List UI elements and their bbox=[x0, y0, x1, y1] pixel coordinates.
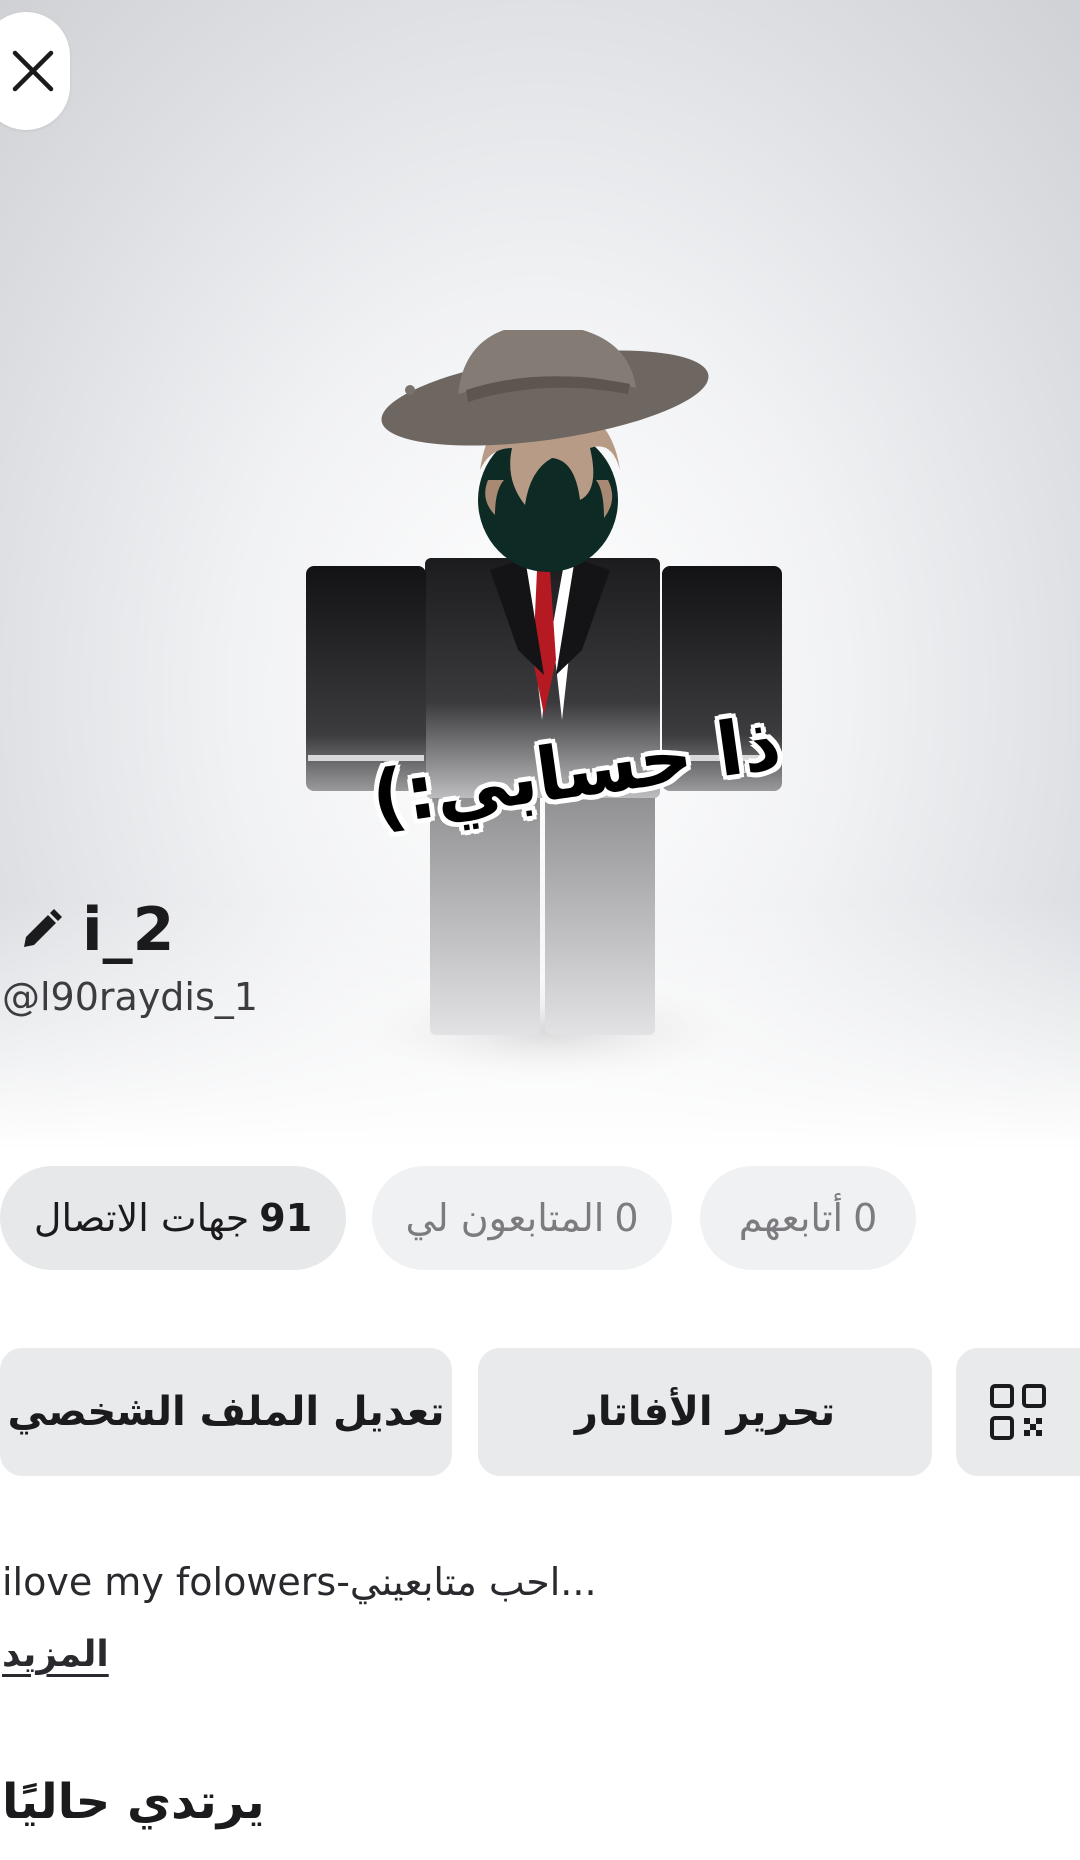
connections-label: جهات الاتصال bbox=[33, 1196, 250, 1240]
following-stat-button[interactable]: 0 أتابعهم bbox=[700, 1166, 916, 1270]
username: @l90raydis_1 bbox=[2, 975, 258, 1019]
display-name: i_2 bbox=[82, 895, 175, 965]
qr-code-icon bbox=[990, 1384, 1046, 1440]
edit-avatar-button[interactable]: تحرير الأفاتار bbox=[478, 1348, 932, 1476]
qr-code-button[interactable] bbox=[956, 1348, 1080, 1476]
followers-count: 0 bbox=[614, 1196, 639, 1240]
followers-stat-button[interactable]: 0 المتابعون لي bbox=[372, 1166, 672, 1270]
display-name-row[interactable]: i_2 bbox=[18, 895, 174, 965]
following-count: 0 bbox=[853, 1196, 878, 1240]
bio-more-link[interactable]: المزيد bbox=[2, 1634, 109, 1675]
connections-stat-button[interactable]: 91 جهات الاتصال bbox=[0, 1166, 346, 1270]
currently-wearing-title: يرتدي حاليًا bbox=[2, 1774, 265, 1830]
edit-profile-button[interactable]: تعديل الملف الشخصي bbox=[0, 1348, 452, 1476]
following-label: أتابعهم bbox=[738, 1196, 844, 1240]
close-icon bbox=[12, 50, 54, 92]
close-button[interactable] bbox=[0, 12, 70, 130]
bio-text: ilove my folowers-احب متابعيني... bbox=[2, 1560, 597, 1604]
connections-count: 91 bbox=[259, 1196, 313, 1240]
followers-label: المتابعون لي bbox=[405, 1196, 605, 1240]
pencil-icon[interactable] bbox=[18, 907, 64, 953]
